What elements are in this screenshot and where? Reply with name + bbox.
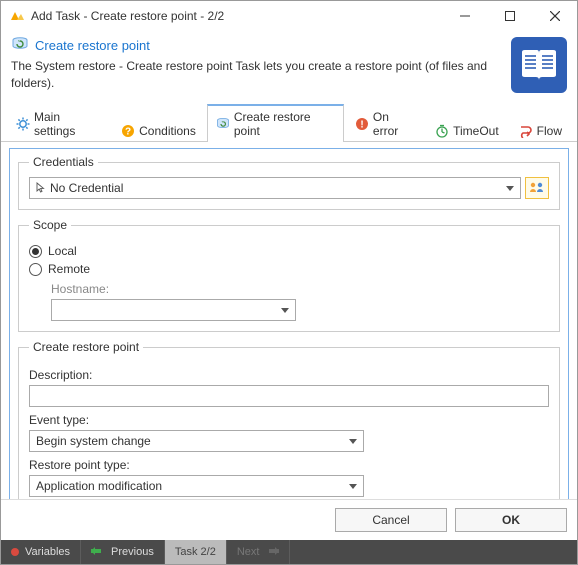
radio-icon — [29, 245, 42, 258]
credentials-legend: Credentials — [29, 155, 98, 169]
tab-label: Create restore point — [234, 110, 335, 138]
header-title: Create restore point — [35, 38, 150, 53]
credential-select[interactable]: No Credential — [29, 177, 521, 199]
restore-point-group: Create restore point Description: Event … — [18, 340, 560, 499]
status-next: Next — [227, 540, 291, 564]
description-label: Description: — [29, 368, 549, 382]
restore-type-select[interactable]: Application modification — [29, 475, 364, 497]
hostname-label: Hostname: — [51, 282, 549, 296]
restore-type-label: Restore point type: — [29, 458, 549, 472]
tab-label: Conditions — [139, 124, 196, 138]
status-label: Previous — [111, 546, 154, 558]
tab-label: Flow — [537, 124, 562, 138]
prev-icon — [91, 546, 105, 558]
credentials-group: Credentials No Credential — [18, 155, 560, 210]
tab-timeout[interactable]: TimeOut — [426, 119, 508, 142]
svg-text:?: ? — [125, 127, 131, 138]
maximize-button[interactable] — [487, 1, 532, 31]
tab-label: TimeOut — [453, 124, 499, 138]
close-button[interactable] — [532, 1, 577, 31]
hostname-select[interactable] — [51, 299, 296, 321]
ok-label: OK — [502, 513, 520, 527]
cancel-button[interactable]: Cancel — [335, 508, 447, 532]
tab-on-error[interactable]: ! On error — [346, 105, 424, 142]
status-task[interactable]: Task 2/2 — [165, 540, 227, 564]
flow-icon — [519, 124, 533, 138]
hostname-row: Hostname: — [51, 282, 549, 321]
statusbar: Variables Previous Task 2/2 Next — [1, 540, 577, 564]
help-book-icon[interactable] — [511, 37, 567, 93]
restore-type-value: Application modification — [36, 479, 162, 493]
scope-legend: Scope — [29, 218, 71, 232]
cancel-label: Cancel — [372, 513, 409, 527]
header-description: The System restore - Create restore poin… — [11, 58, 501, 92]
content: Credentials No Credential Scope Local — [1, 142, 577, 499]
tab-create-restore-point[interactable]: Create restore point — [207, 104, 344, 142]
scope-remote-radio[interactable]: Remote — [29, 262, 549, 276]
app-icon — [9, 8, 25, 24]
restore-icon — [216, 117, 230, 131]
dot-icon — [11, 548, 19, 556]
clock-icon — [435, 124, 449, 138]
status-label: Next — [237, 546, 260, 558]
tab-conditions[interactable]: ? Conditions — [112, 119, 205, 142]
window-controls — [442, 1, 577, 31]
scope-local-radio[interactable]: Local — [29, 244, 549, 258]
window-title: Add Task - Create restore point - 2/2 — [31, 9, 442, 23]
header-text: Create restore point The System restore … — [11, 37, 501, 92]
svg-text:!: ! — [360, 120, 363, 131]
tab-label: Main settings — [34, 110, 101, 138]
tab-flow[interactable]: Flow — [510, 119, 571, 142]
status-label: Task 2/2 — [175, 546, 216, 558]
minimize-button[interactable] — [442, 1, 487, 31]
cursor-icon — [36, 182, 46, 194]
radio-label: Local — [48, 244, 77, 258]
tab-main-settings[interactable]: Main settings — [7, 105, 110, 142]
footer: Cancel OK — [1, 499, 577, 540]
status-variables[interactable]: Variables — [1, 540, 81, 564]
question-icon: ? — [121, 124, 135, 138]
tab-label: On error — [373, 110, 415, 138]
ok-button[interactable]: OK — [455, 508, 567, 532]
restore-icon — [11, 37, 29, 54]
titlebar: Add Task - Create restore point - 2/2 — [1, 1, 577, 31]
description-input[interactable] — [29, 385, 549, 407]
window: Add Task - Create restore point - 2/2 Cr… — [0, 0, 578, 565]
event-type-select[interactable]: Begin system change — [29, 430, 364, 452]
radio-icon — [29, 263, 42, 276]
credential-browse-button[interactable] — [525, 177, 549, 199]
radio-label: Remote — [48, 262, 90, 276]
header: Create restore point The System restore … — [1, 31, 577, 103]
tab-panel: Credentials No Credential Scope Local — [9, 148, 569, 499]
event-type-label: Event type: — [29, 413, 549, 427]
tabbar: Main settings ? Conditions Create restor… — [1, 103, 577, 142]
event-type-value: Begin system change — [36, 434, 151, 448]
restore-legend: Create restore point — [29, 340, 143, 354]
next-icon — [265, 546, 279, 558]
credential-value: No Credential — [50, 181, 123, 195]
scope-group: Scope Local Remote Hostname: — [18, 218, 560, 332]
status-previous[interactable]: Previous — [81, 540, 165, 564]
error-icon: ! — [355, 117, 369, 131]
gear-icon — [16, 117, 30, 131]
status-label: Variables — [25, 546, 70, 558]
